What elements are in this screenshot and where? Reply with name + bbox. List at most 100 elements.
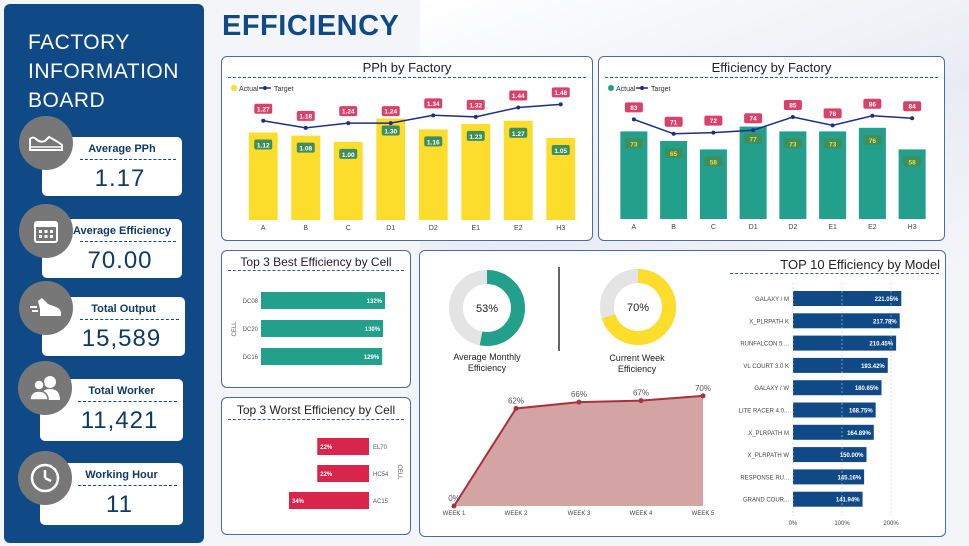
x-tick-label: B (671, 224, 676, 231)
area-data-label: 70% (695, 384, 711, 393)
x-tick-label: WEEK 3 (568, 511, 591, 517)
target-point (303, 125, 308, 130)
efficiency-chart: Actual Target 73 A 65 B 58 C 77 D1 73 D2 73 E1 76 E2 58 H… (608, 85, 926, 231)
board-title-line: BOARD (28, 89, 106, 112)
shoe-icon (19, 116, 73, 170)
x-tick-label: WEEK 4 (630, 511, 653, 517)
y-tick-label: LITE RACER 4.0... (739, 409, 790, 415)
legend-marker-dot (640, 86, 644, 90)
donut-weekly-label: 70% (627, 302, 649, 314)
x-tick-label: 0% (789, 521, 798, 527)
y-tick-label: DC20 (243, 327, 259, 333)
x-tick-label: A (261, 225, 266, 232)
target-label: 1.24 (342, 109, 355, 116)
target-point (261, 118, 266, 123)
data-label: 221.05% (875, 297, 899, 303)
target-point (473, 114, 478, 119)
data-label: 193.42% (861, 364, 885, 370)
y-tick-label: DC16 (243, 355, 259, 361)
overview-panel: 53% 70% 0% WEEK 1 62% WEEK 2 66% WEEK 3 67% WEEK … (419, 250, 946, 537)
board-title-line: INFORMATION (28, 60, 179, 83)
x-tick-label: H3 (908, 224, 917, 231)
page-title: EFFICIENCY (222, 10, 400, 42)
data-label: 130% (365, 327, 381, 333)
x-tick-label: H3 (556, 225, 565, 232)
target-label: 85 (789, 103, 797, 110)
data-label: 168.75% (849, 409, 873, 415)
x-tick-label: D1 (749, 224, 758, 231)
kpi-value: 1.17 (94, 165, 146, 192)
target-label: 86 (869, 101, 877, 108)
area-data-label: 67% (633, 389, 649, 398)
x-tick-label: WEEK 1 (443, 511, 466, 517)
chart-title: TOP 10 Efficiency by Model (780, 257, 940, 272)
donut-caption: Current Week Efficiency (609, 353, 665, 374)
target-point (711, 130, 716, 135)
title-divider (730, 273, 939, 274)
area-data-label: 62% (508, 396, 524, 405)
y-tick-label: EL70 (373, 445, 388, 451)
target-label: 84 (909, 104, 917, 111)
kpi-divider (80, 241, 176, 242)
data-label: 217.78% (873, 319, 897, 325)
target-label: 1.24 (384, 109, 397, 116)
donut-caption: Average Monthly Efficiency (453, 352, 521, 373)
data-label: 1.30 (384, 128, 397, 135)
x-tick-label: A (632, 224, 637, 231)
data-label: 1.08 (299, 146, 312, 153)
kpi-value: 15,589 (81, 325, 162, 352)
data-label: 65 (670, 151, 678, 158)
target-label: 1.27 (257, 106, 270, 113)
running-shoe-icon (19, 281, 73, 335)
efficiency-by-factory-panel: Efficiency by Factory Actual Target 73 A 65 B… (598, 56, 945, 241)
target-label: 1.48 (554, 90, 567, 97)
data-label: 73 (789, 141, 797, 148)
data-label: 1.23 (469, 134, 482, 141)
area-data-label: 0% (448, 494, 460, 503)
target-point (558, 102, 563, 107)
target-label: 1.32 (469, 102, 482, 109)
data-label: 145.16% (837, 475, 861, 481)
data-label: 77 (750, 137, 758, 144)
target-point (631, 117, 636, 122)
x-tick-label: E2 (868, 224, 877, 231)
y-axis-label: CELL (396, 464, 402, 480)
data-label: 141.94% (836, 498, 860, 504)
data-label: 58 (710, 159, 718, 166)
target-point (346, 121, 351, 126)
y-tick-label: RUNFALCON 5 ... (740, 342, 789, 348)
y-axis-label: CELL (232, 321, 238, 337)
kpi-divider (80, 159, 176, 160)
target-label: 71 (670, 119, 678, 126)
y-tick-label: GRAND COUR... (743, 498, 789, 504)
y-tick-label: RESPONSE RU... (740, 475, 789, 481)
y-tick-label: X_PLRPATH W (748, 453, 790, 459)
legend-label: Actual (616, 86, 636, 93)
x-tick-label: E1 (828, 224, 837, 231)
kpi-value: 11,421 (80, 407, 159, 434)
y-tick-label: VL COURT 3.0 K (743, 364, 789, 370)
data-label: 73 (829, 141, 837, 148)
target-label: 74 (750, 116, 758, 123)
worst-cell-chart: CELL EL70 22% HC54 22% AC15 34% (289, 438, 402, 509)
data-label: 22% (320, 472, 333, 478)
legend-label: Target (651, 86, 671, 93)
pph-by-factory-panel: PPh by Factory Actual Target 1.12 A 1.08 B 1.0… (221, 56, 593, 241)
area-fill (454, 395, 703, 506)
pph-chart: Actual Target 1.12 A 1.08 B 1.00 C 1.30 D1 1.16 D2 1… (231, 85, 576, 232)
data-label: 1.27 (512, 131, 525, 138)
calendar-icon (19, 204, 73, 258)
x-tick-label: E1 (471, 225, 480, 232)
data-label: 164.89% (847, 431, 871, 437)
data-label: 129% (364, 355, 380, 361)
y-tick-label: AC15 (373, 499, 389, 505)
target-point (516, 105, 521, 110)
legend-marker-actual (608, 85, 614, 91)
data-label: 210.45% (869, 342, 893, 348)
kpi-divider (78, 485, 177, 486)
target-label: 1.34 (427, 101, 440, 108)
data-label: 22% (320, 445, 333, 451)
target-label: 78 (829, 111, 837, 118)
data-label: 1.00 (342, 152, 355, 159)
x-tick-label: WEEK 2 (505, 511, 528, 517)
